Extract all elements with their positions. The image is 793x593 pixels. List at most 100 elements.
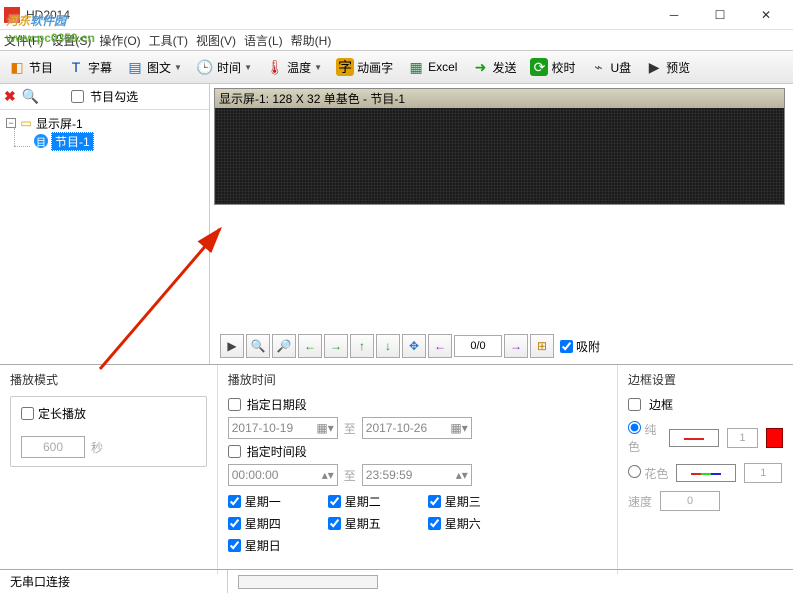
tb-program[interactable]: ◧节目 <box>4 56 57 78</box>
panel-border: 边框设置 边框 纯色 1 花色 1 速度 0 <box>618 365 793 574</box>
arrow-down-button[interactable]: ↓ <box>376 334 400 358</box>
fixed-play-toggle[interactable]: 定长播放 <box>21 405 196 422</box>
time-range-toggle[interactable]: 指定时间段 <box>228 443 607 460</box>
play-icon: ▶ <box>645 58 663 76</box>
arrow-left-button[interactable]: ← <box>298 334 322 358</box>
excel-icon: ▦ <box>407 58 425 76</box>
zoom-in-button[interactable]: 🔍 <box>246 334 270 358</box>
main-row: ✖ 🔍 节目勾选 − ▭ 显示屏-1 目 节目-1 显示屏-1: 128 X 3… <box>0 84 793 364</box>
prev-page-button[interactable]: ← <box>428 334 452 358</box>
play-button[interactable]: ▶ <box>220 334 244 358</box>
menubar: 文件(F) 设置(S) 操作(O) 工具(T) 视图(V) 语言(L) 帮助(H… <box>0 30 793 50</box>
panel-title: 播放时间 <box>228 371 607 388</box>
fixed-play-checkbox[interactable] <box>21 407 34 420</box>
date-from-input[interactable]: 2017-10-19▦▾ <box>228 417 338 439</box>
snap-checkbox[interactable] <box>560 340 573 353</box>
weekday-mon[interactable]: 星期一 <box>228 490 328 512</box>
timing-icon: ⟳ <box>530 58 548 76</box>
panel-play-time: 播放时间 指定日期段 2017-10-19▦▾ 至 2017-10-26▦▾ 指… <box>218 365 618 574</box>
tb-image-text[interactable]: ▤图文▼ <box>122 56 186 78</box>
time-to-input[interactable]: 23:59:59▴▾ <box>362 464 472 486</box>
tb-excel[interactable]: ▦Excel <box>403 56 461 78</box>
app-icon <box>4 7 20 23</box>
weekday-wed[interactable]: 星期三 <box>428 490 528 512</box>
date-range-checkbox[interactable] <box>228 398 241 411</box>
maximize-button[interactable]: ☐ <box>697 0 743 30</box>
minimize-button[interactable]: ─ <box>651 0 697 30</box>
close-button[interactable]: ✕ <box>743 0 789 30</box>
delete-icon[interactable]: ✖ <box>4 88 16 105</box>
dropdown-icon: ▼ <box>174 63 182 72</box>
weekday-thu[interactable]: 星期四 <box>228 512 328 534</box>
tb-temperature[interactable]: 🌡温度▼ <box>262 56 326 78</box>
page-indicator: 0/0 <box>454 335 502 357</box>
color-picker[interactable] <box>766 428 783 448</box>
menu-tools[interactable]: 工具(T) <box>149 32 188 49</box>
tree-program-node[interactable]: 目 节目-1 <box>4 132 205 150</box>
weekday-tue[interactable]: 星期二 <box>328 490 428 512</box>
pattern-swatch[interactable] <box>676 464 736 482</box>
weekday-sat[interactable]: 星期六 <box>428 512 528 534</box>
weekday-fri[interactable]: 星期五 <box>328 512 428 534</box>
menu-help[interactable]: 帮助(H) <box>291 32 332 49</box>
date-to-input[interactable]: 2017-10-26▦▾ <box>362 417 472 439</box>
tree-program-label: 节目-1 <box>51 132 94 151</box>
tb-time[interactable]: 🕒时间▼ <box>192 56 256 78</box>
time-from-input[interactable]: 00:00:00▴▾ <box>228 464 338 486</box>
tb-anim-char[interactable]: 字动画字 <box>332 56 397 78</box>
zoom-out-button[interactable]: 🔎 <box>272 334 296 358</box>
program-icon: ◧ <box>8 58 26 76</box>
search-icon[interactable]: 🔍 <box>22 88 39 105</box>
progress-bar <box>238 575 378 589</box>
pattern-radio[interactable]: 花色 <box>628 465 668 482</box>
menu-language[interactable]: 语言(L) <box>244 32 283 49</box>
tb-udisk[interactable]: ⌁U盘 <box>585 56 635 78</box>
clock-icon: 🕒 <box>196 58 214 76</box>
menu-file[interactable]: 文件(F) <box>4 32 43 49</box>
seconds-label: 秒 <box>91 439 103 456</box>
subtitle-icon: T <box>67 58 85 76</box>
pattern-width-spinner[interactable]: 1 <box>744 463 782 483</box>
titlebar: HD2014 ─ ☐ ✕ <box>0 0 793 30</box>
move-button[interactable]: ✥ <box>402 334 426 358</box>
calendar-icon: ▦▾ <box>450 421 467 435</box>
solid-width-spinner[interactable]: 1 <box>727 428 759 448</box>
solid-radio[interactable]: 纯色 <box>628 421 661 455</box>
next-page-button[interactable]: → <box>504 334 528 358</box>
menu-view[interactable]: 视图(V) <box>196 32 236 49</box>
tb-send[interactable]: ➜发送 <box>467 56 520 78</box>
preview-controls: ▶ 🔍 🔎 ← → ↑ ↓ ✥ ← 0/0 → ⊞ 吸附 <box>218 332 785 360</box>
tb-subtitle[interactable]: T字幕 <box>63 56 116 78</box>
border-checkbox[interactable] <box>628 398 641 411</box>
led-canvas[interactable] <box>215 108 784 204</box>
border-toggle[interactable]: 边框 <box>628 396 783 413</box>
weekday-group: 星期一 星期二 星期三 星期四 星期五 星期六 星期日 <box>228 490 607 556</box>
calendar-icon: ▦▾ <box>316 421 333 435</box>
arrow-right-button[interactable]: → <box>324 334 348 358</box>
dropdown-icon: ▼ <box>314 63 322 72</box>
snap-toggle[interactable]: 吸附 <box>560 338 600 355</box>
menu-operation[interactable]: 操作(O) <box>99 32 140 49</box>
toolbar: ◧节目 T字幕 ▤图文▼ 🕒时间▼ 🌡温度▼ 字动画字 ▦Excel ➜发送 ⟳… <box>0 50 793 84</box>
time-range-checkbox[interactable] <box>228 445 241 458</box>
properties-panels: 播放模式 定长播放 秒 播放时间 指定日期段 2017-10-19▦▾ 至 20… <box>0 364 793 574</box>
spinner-icon: ▴▾ <box>322 468 334 482</box>
select-programs-checkbox[interactable] <box>71 90 84 103</box>
arrow-up-button[interactable]: ↑ <box>350 334 374 358</box>
collapse-icon[interactable]: − <box>6 118 16 128</box>
speed-spinner[interactable]: 0 <box>660 491 720 511</box>
tree-screen-node[interactable]: − ▭ 显示屏-1 <box>4 114 205 132</box>
weekday-sun[interactable]: 星期日 <box>228 534 328 556</box>
menu-settings[interactable]: 设置(S) <box>51 32 91 49</box>
dropdown-icon: ▼ <box>244 63 252 72</box>
tb-preview[interactable]: ▶预览 <box>641 56 694 78</box>
tb-timing[interactable]: ⟳校时 <box>526 56 579 78</box>
fit-button[interactable]: ⊞ <box>530 334 554 358</box>
program-node-icon: 目 <box>34 134 48 148</box>
tree: − ▭ 显示屏-1 目 节目-1 <box>0 110 209 154</box>
panel-title: 播放模式 <box>10 371 207 388</box>
date-range-toggle[interactable]: 指定日期段 <box>228 396 607 413</box>
duration-input[interactable] <box>21 436 85 458</box>
solid-swatch[interactable] <box>669 429 719 447</box>
select-programs-label: 节目勾选 <box>90 88 138 105</box>
